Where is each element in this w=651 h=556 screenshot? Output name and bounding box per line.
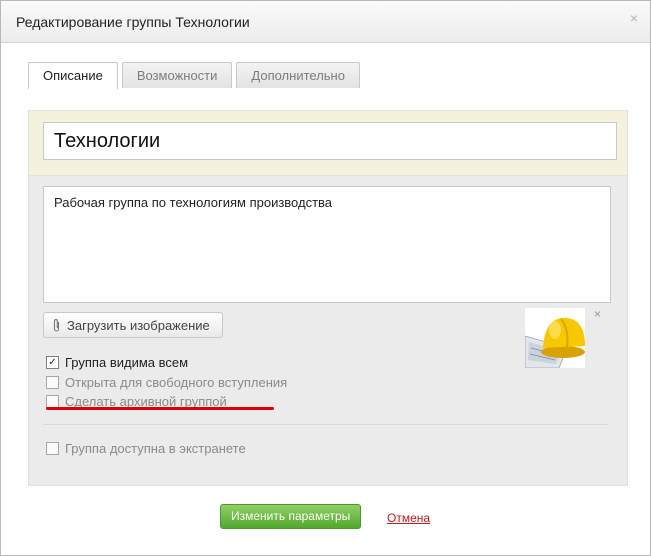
- cancel-link[interactable]: Отмена: [387, 511, 430, 525]
- checkbox-open-join-label: Открыта для свободного вступления: [65, 375, 288, 390]
- upload-image-button[interactable]: Загрузить изображение: [43, 312, 223, 338]
- divider: [43, 424, 608, 425]
- checkbox-visible-to-all-box[interactable]: ✓: [46, 356, 59, 369]
- checkbox-extranet-box[interactable]: [46, 442, 59, 455]
- dialog-titlebar: Редактирование группы Технологии ×: [1, 1, 650, 43]
- checkbox-extranet[interactable]: Группа доступна в экстранете: [46, 441, 246, 456]
- checkbox-visible-to-all[interactable]: ✓ Группа видима всем: [46, 355, 188, 370]
- hard-hat-image: [525, 308, 585, 368]
- checkbox-extranet-label: Группа доступна в экстранете: [65, 441, 246, 456]
- checkbox-open-join-box[interactable]: [46, 376, 59, 389]
- upload-image-label: Загрузить изображение: [67, 317, 210, 333]
- checkbox-open-join[interactable]: Открыта для свободного вступления: [46, 375, 287, 390]
- tab-additional[interactable]: Дополнительно: [236, 62, 360, 88]
- edit-group-dialog: Редактирование группы Технологии × Описа…: [0, 0, 651, 556]
- tab-panel: Рабочая группа по технологиям производст…: [28, 110, 628, 486]
- tab-bar: Описание Возможности Дополнительно: [28, 62, 360, 89]
- save-parameters-button[interactable]: Изменить параметры: [220, 504, 362, 529]
- tab-features[interactable]: Возможности: [121, 62, 233, 88]
- group-name-area: [29, 111, 627, 176]
- dialog-title: Редактирование группы Технологии: [16, 14, 250, 30]
- checkbox-visible-to-all-label: Группа видима всем: [65, 355, 189, 370]
- group-name-input[interactable]: [43, 122, 617, 160]
- highlight-underline: [46, 407, 274, 410]
- close-icon[interactable]: ×: [630, 10, 638, 26]
- tab-description[interactable]: Описание: [28, 62, 118, 89]
- remove-image-icon[interactable]: ×: [594, 307, 601, 321]
- description-textarea[interactable]: Рабочая группа по технологиям производст…: [43, 186, 611, 303]
- paperclip-icon: [53, 318, 60, 332]
